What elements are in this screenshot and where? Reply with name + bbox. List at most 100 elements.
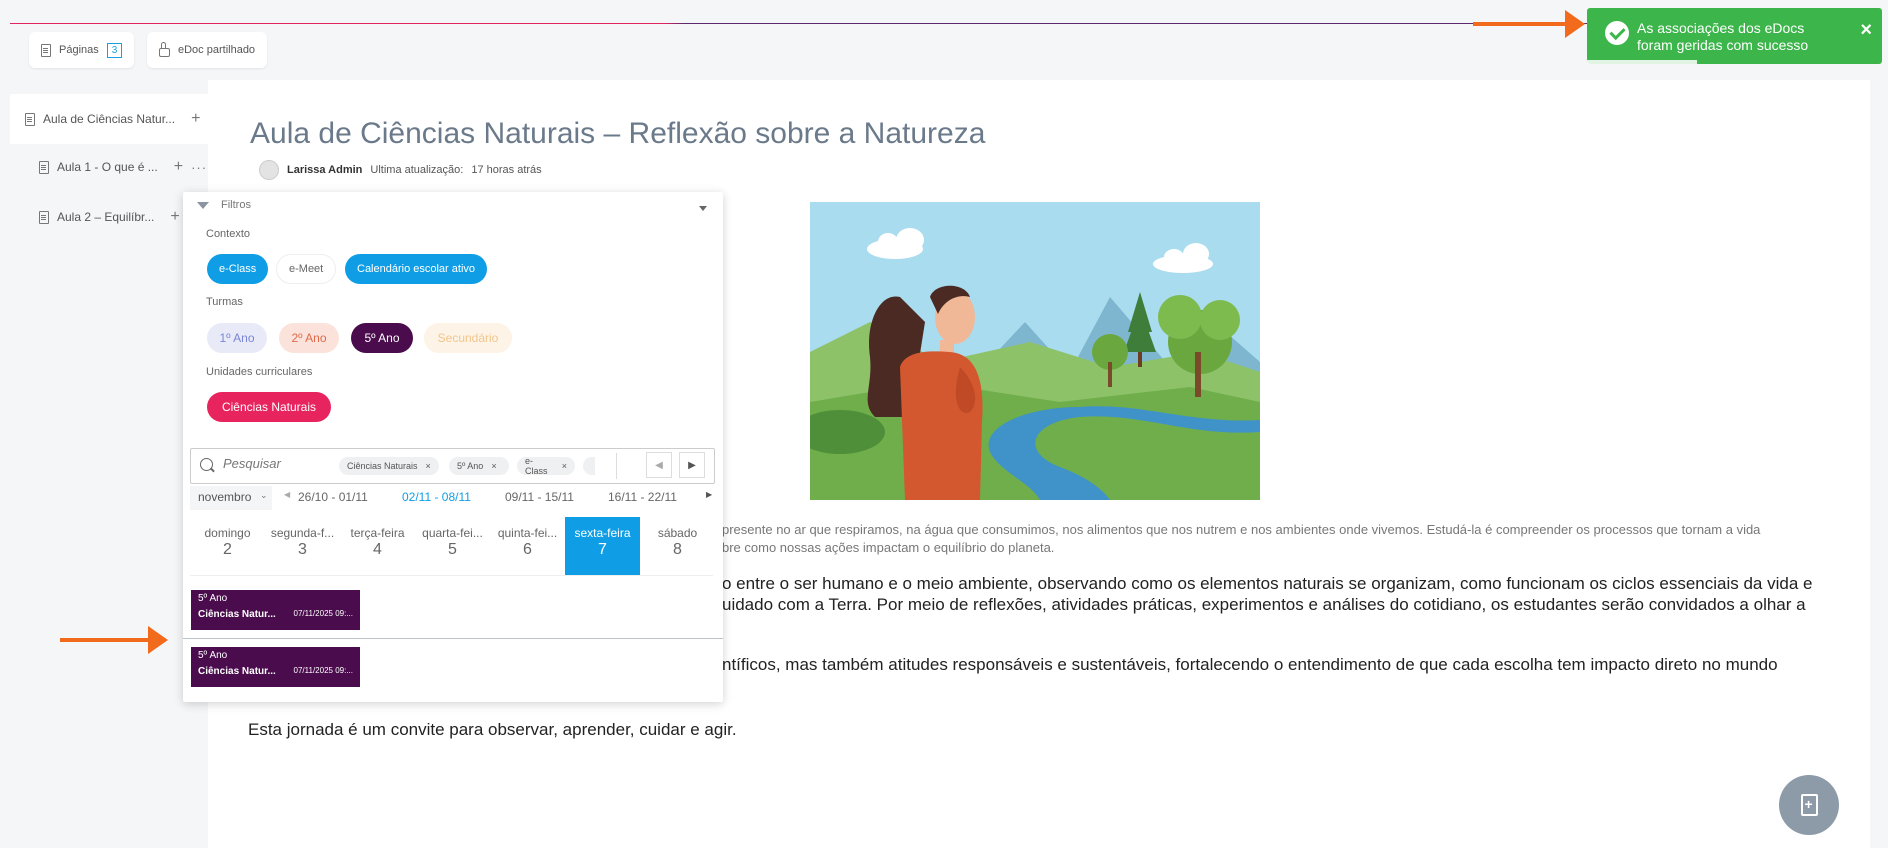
day-name: domingo <box>204 526 251 540</box>
nature-illustration <box>810 202 1260 500</box>
month-label: novembro <box>198 490 252 504</box>
chevron-down-icon: ⌄ <box>260 490 268 500</box>
more-options-icon[interactable]: ··· <box>191 160 207 175</box>
next-week-icon[interactable]: ▶ <box>706 490 712 499</box>
filters-panel: Filtros Contexto e-Class e-Meet Calendár… <box>183 192 723 702</box>
shared-edoc-button[interactable]: eDoc partilhado <box>147 32 268 68</box>
remove-tag-icon[interactable]: × <box>426 461 431 471</box>
filter-tag-label: Ciências Naturais <box>347 461 418 471</box>
next-arrow-icon[interactable]: ▶ <box>679 452 705 478</box>
day-name: quarta-fei... <box>422 526 483 540</box>
prev-arrow-icon[interactable]: ◀ <box>646 452 672 478</box>
filter-tag: 5º Ano × <box>449 457 509 475</box>
chip-ciencias-naturais[interactable]: Ciências Naturais <box>207 392 331 422</box>
paragraph-1-line-1: o entre o ser humano e o meio ambiente, … <box>722 574 1813 593</box>
remove-tag-icon[interactable]: × <box>491 461 496 471</box>
remove-tag-icon[interactable]: × <box>562 461 567 471</box>
event-class: 5º Ano <box>198 593 228 604</box>
avatar <box>259 160 279 180</box>
updated-value: 17 horas atrás <box>471 164 542 176</box>
chip-school-calendar[interactable]: Calendário escolar ativo <box>345 254 488 284</box>
page-title: Aula de Ciências Naturais – Reflexão sob… <box>250 117 986 150</box>
sidebar-item-label: Aula 1 - O que é ... <box>57 160 158 174</box>
add-document-icon <box>1800 794 1818 816</box>
pages-label: Páginas <box>59 44 99 56</box>
divider <box>183 638 723 639</box>
lock-icon <box>159 42 170 57</box>
close-icon[interactable]: × <box>1860 20 1872 40</box>
event-subject: Ciências Natur... <box>198 666 276 677</box>
filter-icon <box>197 201 209 209</box>
day-strip: domingo 2 segunda-f... 3 terça-feira 4 quar… <box>190 517 713 576</box>
day-friday[interactable]: sexta-feira 7 <box>565 517 640 575</box>
toast-message: As associações dos eDocs foram geridas c… <box>1637 20 1809 53</box>
day-number: 3 <box>298 541 307 558</box>
sidebar-item-label: Aula de Ciências Natur... <box>43 112 176 126</box>
week-option[interactable]: 16/11 - 22/11 <box>608 490 677 504</box>
annotation-arrow <box>1473 10 1585 38</box>
prev-week-icon[interactable]: ◀ <box>284 490 290 499</box>
sidebar-item-aula-2[interactable]: Aula 2 – Equilíbr... + <box>39 192 180 242</box>
document-meta: Larissa Admin Ultima atualização: 17 hor… <box>259 160 542 180</box>
units-label: Unidades curriculares <box>206 366 313 378</box>
search-input[interactable] <box>221 455 325 472</box>
new-document-button[interactable] <box>1779 775 1839 835</box>
chip-emeet[interactable]: e-Meet <box>276 254 337 284</box>
filters-header[interactable]: Filtros <box>197 199 251 211</box>
week-option[interactable]: 26/10 - 01/11 <box>298 490 368 504</box>
classes-label: Turmas <box>206 296 243 308</box>
shared-label: eDoc partilhado <box>178 44 256 56</box>
chip-2-ano[interactable]: 2º Ano <box>279 323 339 353</box>
search-bar: Ciências Naturais × 5º Ano × e-Class × ◀… <box>190 448 715 484</box>
day-name: quinta-fei... <box>497 526 558 540</box>
paragraph-1-line-2: uidado com a Terra. Por meio de reflexõe… <box>722 595 1806 614</box>
event-date: 07/11/2025 09:... <box>293 609 353 618</box>
paragraph-3: Esta jornada é um convite para observar,… <box>248 720 737 739</box>
filters-title: Filtros <box>221 199 251 211</box>
caption-line-2: bre como nossas ações impactam o equilíb… <box>722 540 1055 555</box>
chip-secundario[interactable]: Secundário <box>424 323 512 353</box>
day-saturday[interactable]: sábado 8 <box>640 517 715 575</box>
chevron-down-icon[interactable] <box>699 206 707 211</box>
event-subject: Ciências Natur... <box>198 609 276 620</box>
chip-eclass[interactable]: e-Class <box>207 254 269 284</box>
filter-tag-overflow <box>583 457 595 475</box>
filter-tag-label: e-Class <box>525 456 548 476</box>
document-icon <box>39 210 49 224</box>
chip-5-ano[interactable]: 5º Ano <box>351 323 413 353</box>
week-option-active[interactable]: 02/11 - 08/11 <box>402 490 471 504</box>
event-date: 07/11/2025 09:... <box>293 666 353 675</box>
author-name: Larissa Admin <box>287 164 363 176</box>
annotation-arrow <box>60 626 168 654</box>
pages-count-badge: 3 <box>106 42 123 58</box>
updated-label: Ultima atualização: <box>370 164 464 176</box>
day-number: 5 <box>448 541 457 558</box>
day-monday[interactable]: segunda-f... 3 <box>265 517 340 575</box>
event-class: 5º Ano <box>198 650 228 661</box>
day-tuesday[interactable]: terça-feira 4 <box>340 517 415 575</box>
document-icon <box>39 160 49 174</box>
search-icon <box>200 458 213 471</box>
chip-1-ano[interactable]: 1º Ano <box>207 323 267 353</box>
day-number: 8 <box>673 541 682 558</box>
add-subpage-icon[interactable]: + <box>174 159 183 175</box>
week-option[interactable]: 09/11 - 15/11 <box>505 490 574 504</box>
calendar-event[interactable]: 5º Ano Ciências Natur... 07/11/2025 09:..… <box>191 647 360 687</box>
divider <box>616 453 617 479</box>
add-subpage-icon[interactable]: + <box>170 209 179 225</box>
day-wednesday[interactable]: quarta-fei... 5 <box>415 517 490 575</box>
day-name: sexta-feira <box>574 526 631 540</box>
day-sunday[interactable]: domingo 2 <box>190 517 265 575</box>
calendar-event[interactable]: 5º Ano Ciências Natur... 07/11/2025 09:..… <box>191 590 360 630</box>
day-number: 7 <box>598 541 607 558</box>
toast-progress <box>1587 60 1697 64</box>
filter-tag: e-Class × <box>517 456 575 476</box>
pages-button[interactable]: Páginas 3 <box>29 32 135 68</box>
day-thursday[interactable]: quinta-fei... 6 <box>490 517 565 575</box>
add-subpage-icon[interactable]: + <box>191 111 200 127</box>
sidebar-item-main-page[interactable]: Aula de Ciências Natur... + <box>10 94 208 144</box>
filter-tag: Ciências Naturais × <box>339 457 439 475</box>
document-icon <box>25 112 35 126</box>
sidebar-item-aula-1[interactable]: Aula 1 - O que é ... + ··· <box>39 142 207 192</box>
success-toast: As associações dos eDocs foram geridas c… <box>1587 8 1882 64</box>
